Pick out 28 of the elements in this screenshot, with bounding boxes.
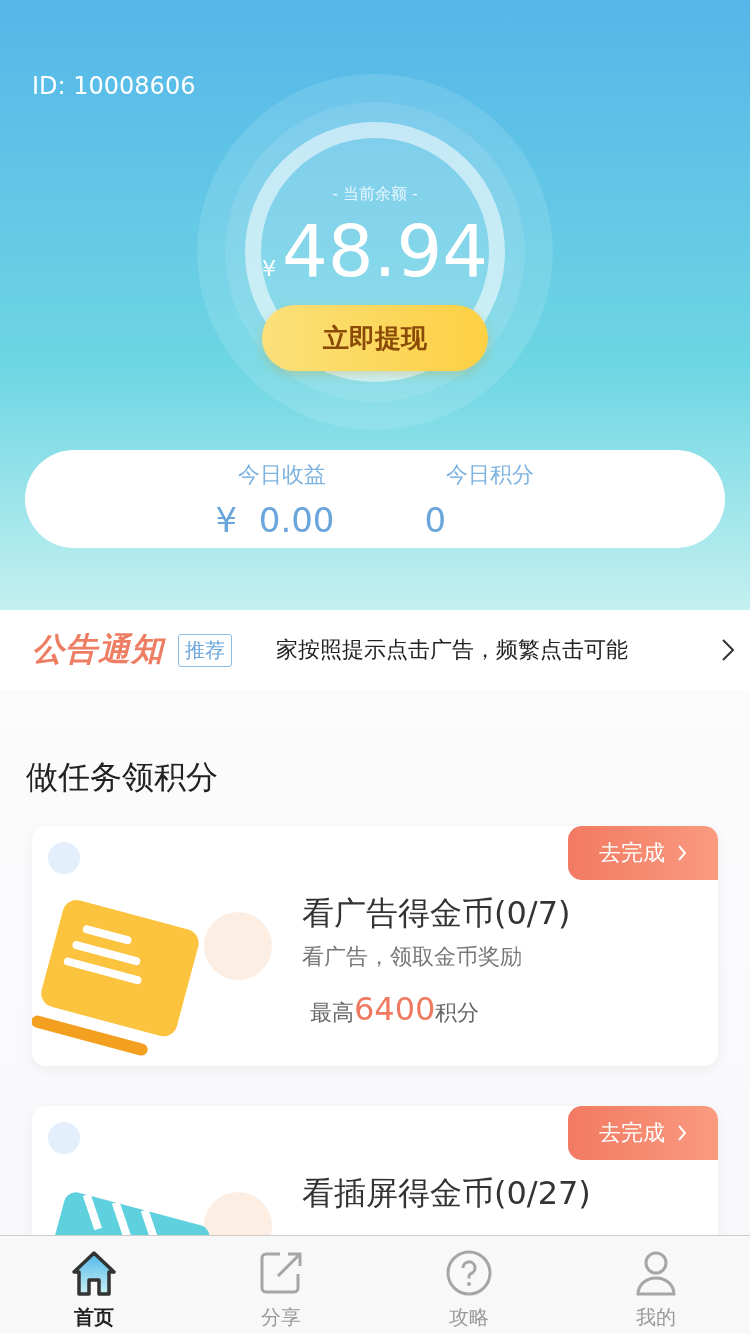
task-subtitle: 看广告，领取金币奖励 — [302, 943, 523, 971]
task-title: 看插屏得金币(0/27) — [302, 1173, 591, 1214]
stat-label: 今日收益 — [237, 461, 326, 489]
chevron-right-icon — [677, 1124, 687, 1142]
stat-label: 今日积分 — [446, 461, 535, 489]
notice-bar[interactable]: 公告通知 推荐 家按照提示点击广告，频繁点击可能 — [0, 610, 750, 690]
notice-tag: 推荐 — [178, 633, 232, 667]
user-id: ID: 10008606 — [32, 72, 196, 102]
complete-button[interactable]: 去完成 — [568, 1106, 718, 1160]
tab[interactable]: 首页 — [33, 1236, 154, 1334]
tab[interactable]: 攻略 — [408, 1236, 529, 1334]
currency-sign: ¥ — [261, 256, 276, 281]
help-icon — [443, 1248, 494, 1298]
task-reward: 最高6400积分 — [310, 990, 481, 1028]
complete-button[interactable]: 去完成 — [568, 826, 718, 880]
balance-amount: 48.94 — [281, 211, 489, 291]
stat-value: ¥ 0.00 — [215, 500, 335, 540]
tab[interactable]: 分享 — [221, 1236, 342, 1334]
balance-label: - 当前余额 - — [332, 184, 418, 205]
chevron-right-icon — [720, 637, 736, 663]
section-title: 做任务领积分 — [26, 757, 219, 798]
withdraw-button[interactable]: 立即提现 — [262, 305, 488, 371]
notice-title: 公告通知 — [32, 629, 164, 670]
stat-value: 0 — [424, 500, 447, 540]
notice-text: 家按照提示点击广告，频繁点击可能 — [276, 636, 629, 664]
tab[interactable]: 我的 — [596, 1236, 717, 1334]
task-title: 看广告得金币(0/7) — [302, 893, 571, 934]
chevron-right-icon — [677, 844, 687, 862]
